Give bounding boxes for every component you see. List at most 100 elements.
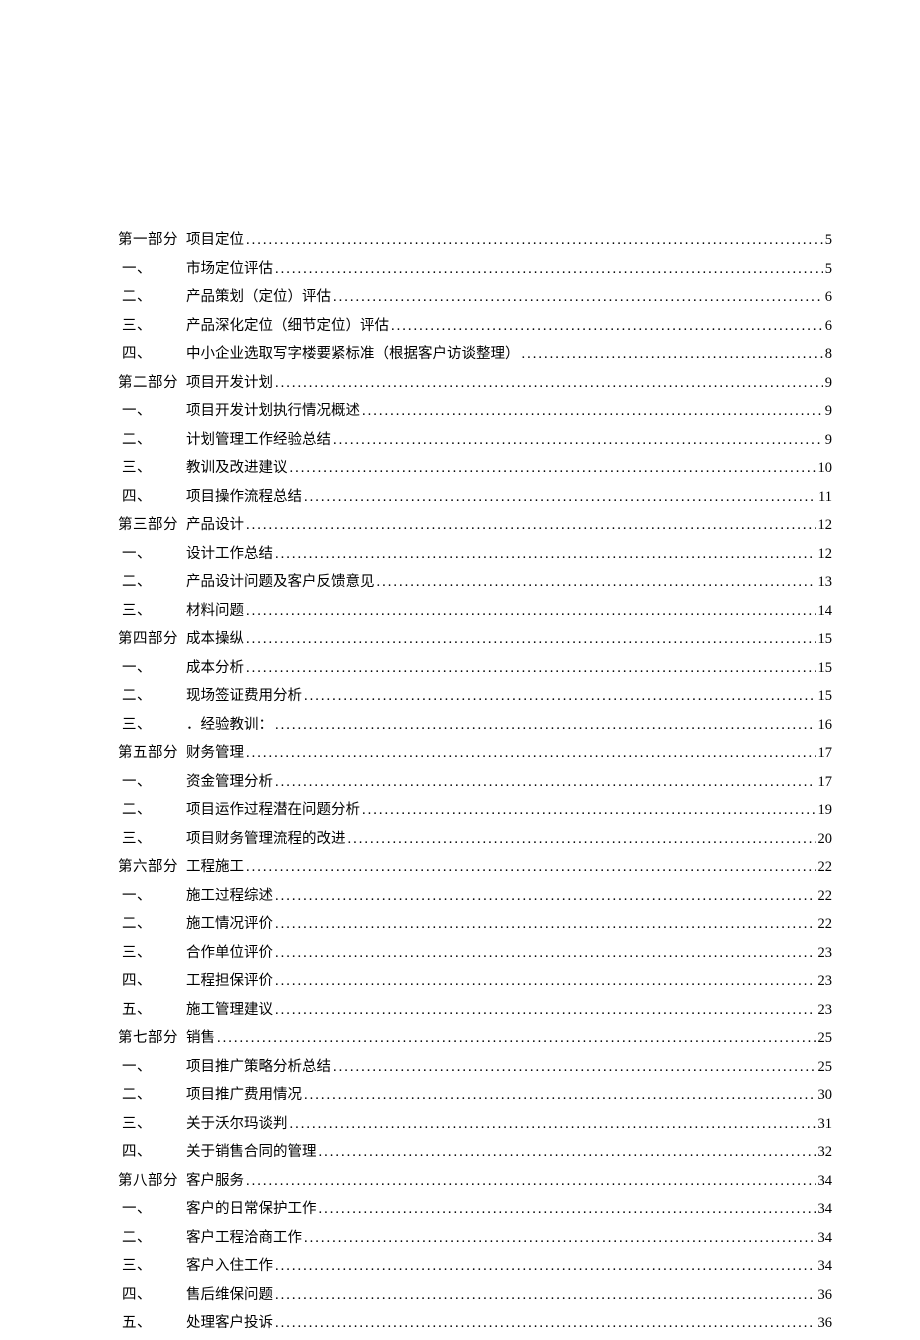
toc-label: 四、 bbox=[88, 485, 186, 506]
toc-page-number: 5 bbox=[825, 261, 832, 278]
toc-dots bbox=[275, 774, 816, 791]
toc-dots bbox=[304, 1230, 816, 1247]
toc-page-number: 17 bbox=[818, 745, 833, 762]
toc-page-number: 31 bbox=[818, 1116, 833, 1133]
toc-page-number: 5 bbox=[825, 232, 832, 249]
toc-dots bbox=[275, 916, 816, 933]
toc-dots bbox=[246, 603, 816, 620]
toc-entry: 四、中小企业选取写字楼要紧标准（根据客户访谈整理）8 bbox=[88, 342, 832, 363]
toc-label: 第八部分 bbox=[88, 1169, 186, 1190]
toc-page-number: 19 bbox=[818, 802, 833, 819]
toc-dots bbox=[217, 1030, 816, 1047]
toc-title: 客户工程洽商工作 bbox=[186, 1226, 302, 1247]
toc-dots bbox=[246, 631, 816, 648]
toc-page-number: 15 bbox=[818, 631, 833, 648]
toc-entry: 第五部分财务管理 17 bbox=[88, 741, 832, 762]
toc-entry: 第六部分工程施工 22 bbox=[88, 855, 832, 876]
table-of-contents: 第一部分项目定位5一、市场定位评估5二、产品策划（定位）评估6三、产品深化定位（… bbox=[88, 228, 832, 1332]
toc-page-number: 9 bbox=[825, 432, 832, 449]
toc-label: 第二部分 bbox=[88, 371, 186, 392]
toc-page-number: 22 bbox=[818, 859, 833, 876]
toc-page-number: 32 bbox=[818, 1144, 833, 1161]
toc-label: 一、 bbox=[88, 656, 186, 677]
toc-dots bbox=[246, 745, 816, 762]
toc-label: 一、 bbox=[88, 542, 186, 563]
toc-dots bbox=[275, 546, 816, 563]
toc-dots bbox=[275, 1002, 816, 1019]
toc-title: 设计工作总结 bbox=[186, 542, 273, 563]
toc-page-number: 6 bbox=[825, 289, 832, 306]
toc-label: 二、 bbox=[88, 285, 186, 306]
toc-entry: 一、施工过程综述22 bbox=[88, 884, 832, 905]
toc-entry: 三、合作单位评价 23 bbox=[88, 941, 832, 962]
toc-title: 产品策划（定位）评估 bbox=[186, 285, 331, 306]
toc-page-number: 34 bbox=[818, 1230, 833, 1247]
toc-label: 二、 bbox=[88, 428, 186, 449]
toc-dots bbox=[304, 489, 816, 506]
toc-label: 三、 bbox=[88, 1254, 186, 1275]
toc-dots bbox=[391, 318, 823, 335]
toc-label: 一、 bbox=[88, 257, 186, 278]
toc-label: 二、 bbox=[88, 1226, 186, 1247]
toc-title: 工程施工 bbox=[186, 855, 244, 876]
toc-page-number: 23 bbox=[818, 973, 833, 990]
toc-title: 财务管理 bbox=[186, 741, 244, 762]
toc-label: 二、 bbox=[88, 798, 186, 819]
toc-title: 产品深化定位（细节定位）评估 bbox=[186, 314, 389, 335]
toc-title: 项目推广策略分析总结 bbox=[186, 1055, 331, 1076]
toc-title: 市场定位评估 bbox=[186, 257, 273, 278]
toc-page-number: 8 bbox=[825, 346, 832, 363]
toc-dots bbox=[348, 831, 816, 848]
toc-entry: 一、资金管理分析17 bbox=[88, 770, 832, 791]
toc-dots bbox=[275, 261, 823, 278]
toc-label: 二、 bbox=[88, 1083, 186, 1104]
toc-title: 项目开发计划执行情况概述 bbox=[186, 399, 360, 420]
toc-title: 计划管理工作经验总结 bbox=[186, 428, 331, 449]
toc-dots bbox=[333, 432, 823, 449]
toc-entry: 三、客户入住工作34 bbox=[88, 1254, 832, 1275]
toc-entry: 第三部分产品设计12 bbox=[88, 513, 832, 534]
toc-entry: 二、产品策划（定位）评估 6 bbox=[88, 285, 832, 306]
toc-title: 合作单位评价 bbox=[186, 941, 273, 962]
toc-page-number: 22 bbox=[818, 916, 833, 933]
toc-entry: 第二部分项目开发计划9 bbox=[88, 371, 832, 392]
toc-dots bbox=[304, 1087, 816, 1104]
toc-label: 四、 bbox=[88, 969, 186, 990]
toc-page-number: 14 bbox=[818, 603, 833, 620]
toc-label: 第五部分 bbox=[88, 741, 186, 762]
toc-dots bbox=[290, 1116, 816, 1133]
toc-label: 三、 bbox=[88, 941, 186, 962]
toc-dots bbox=[319, 1201, 816, 1218]
toc-dots bbox=[246, 660, 816, 677]
toc-entry: 三、产品深化定位（细节定位）评估6 bbox=[88, 314, 832, 335]
toc-label: 一、 bbox=[88, 399, 186, 420]
toc-dots bbox=[319, 1144, 816, 1161]
toc-page-number: 34 bbox=[818, 1173, 833, 1190]
toc-page-number: 10 bbox=[818, 460, 833, 477]
toc-title: 关于沃尔玛谈判 bbox=[186, 1112, 288, 1133]
toc-dots bbox=[377, 574, 816, 591]
toc-dots bbox=[333, 1059, 816, 1076]
toc-title: 客户的日常保护工作 bbox=[186, 1197, 317, 1218]
toc-dots bbox=[275, 888, 816, 905]
toc-page-number: 22 bbox=[818, 888, 833, 905]
toc-page-number: 11 bbox=[818, 489, 832, 506]
toc-entry: 三、项目财务管理流程的改进20 bbox=[88, 827, 832, 848]
toc-title: 项目运作过程潜在问题分析 bbox=[186, 798, 360, 819]
toc-label: 三、 bbox=[88, 827, 186, 848]
toc-page-number: 9 bbox=[825, 403, 832, 420]
toc-page-number: 12 bbox=[818, 517, 833, 534]
toc-page-number: 13 bbox=[818, 574, 833, 591]
toc-title: ．经验教训： bbox=[186, 713, 273, 734]
toc-dots bbox=[362, 403, 823, 420]
toc-page-number: 25 bbox=[818, 1030, 833, 1047]
toc-label: 四、 bbox=[88, 1283, 186, 1304]
toc-title: 工程担保评价 bbox=[186, 969, 273, 990]
toc-label: 第六部分 bbox=[88, 855, 186, 876]
toc-title: 施工过程综述 bbox=[186, 884, 273, 905]
toc-title: 客户入住工作 bbox=[186, 1254, 273, 1275]
toc-page-number: 15 bbox=[818, 688, 833, 705]
toc-page-number: 23 bbox=[818, 945, 833, 962]
toc-entry: 二、客户工程洽商工作 34 bbox=[88, 1226, 832, 1247]
toc-title: 产品设计 bbox=[186, 513, 244, 534]
